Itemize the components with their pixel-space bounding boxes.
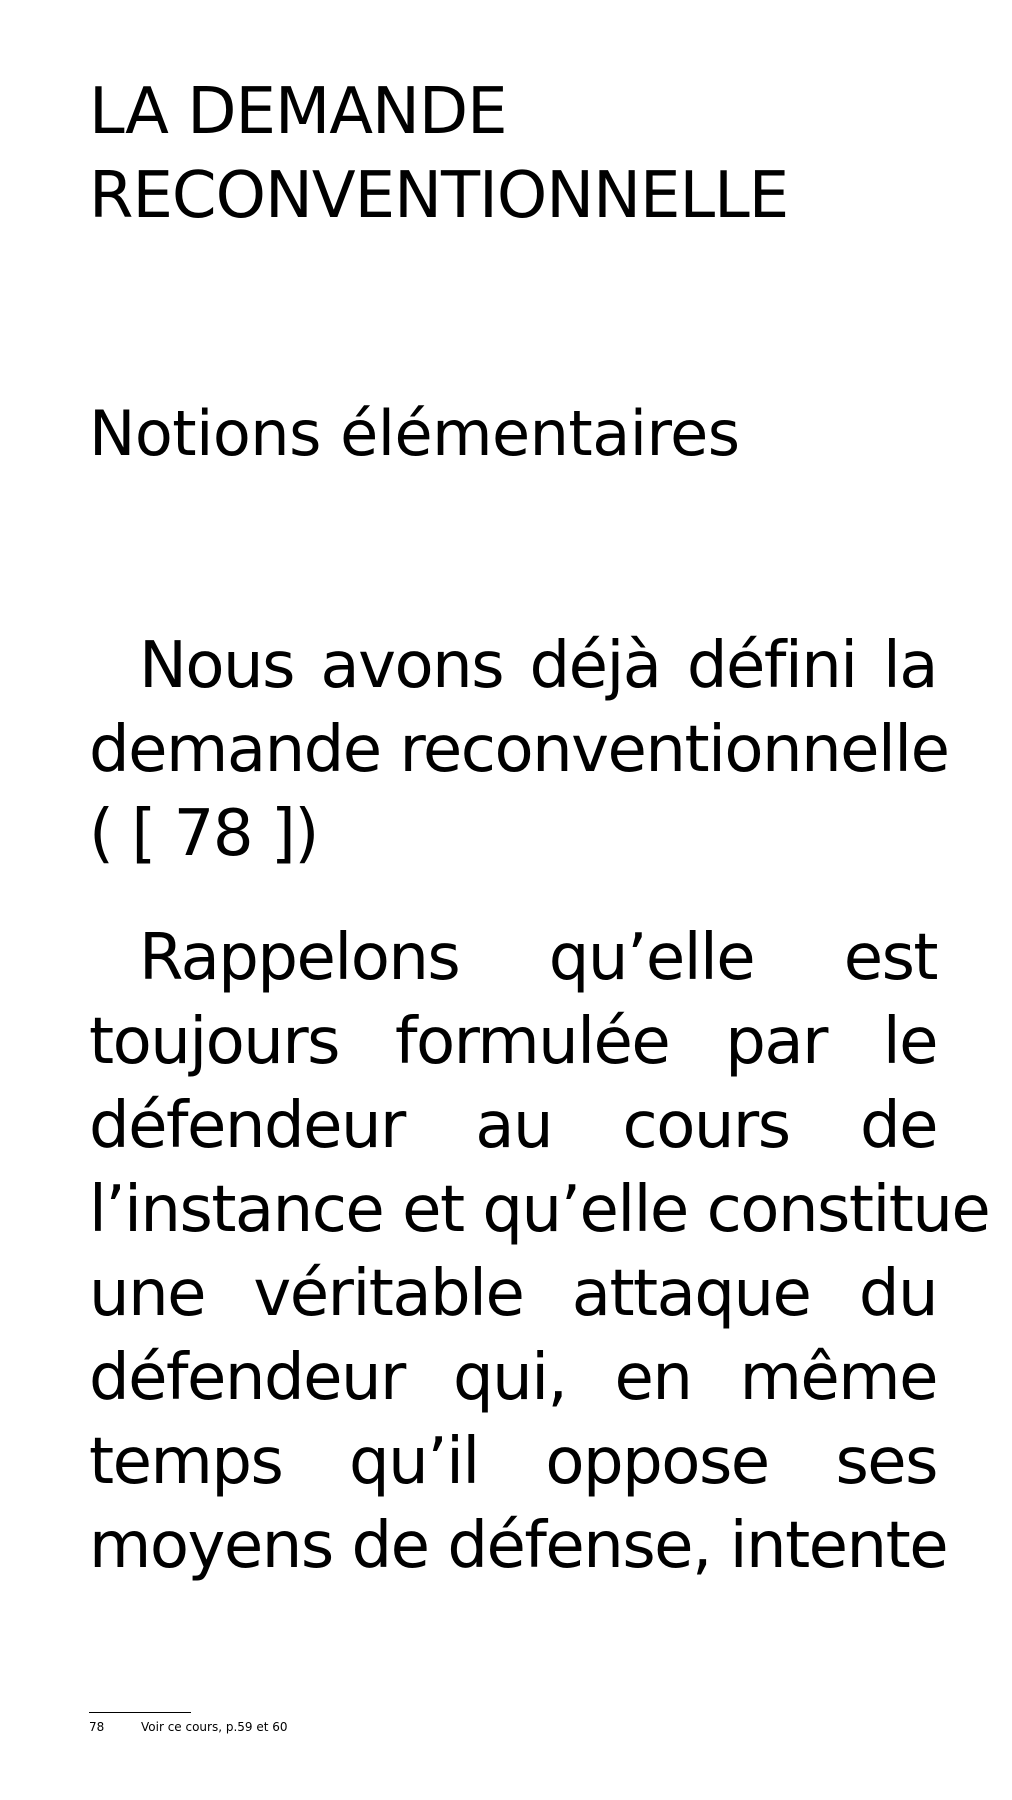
paragraph-1-line: Nous avons déjà défini la xyxy=(139,629,939,703)
paragraph-2-line: temps qu’il oppose ses xyxy=(89,1425,939,1499)
document-page: LA DEMANDE RECONVENTIONNELLE Notions élé… xyxy=(89,0,991,1800)
paragraph-2-line: toujours formulée par le xyxy=(89,1005,939,1079)
paragraph-2-line: Rappelons qu’elle est xyxy=(139,921,939,995)
footnote-number: 78 xyxy=(89,1720,105,1734)
footnote-divider xyxy=(89,1712,191,1713)
footnote-text: Voir ce cours, p.59 et 60 xyxy=(141,1720,288,1734)
paragraph-2-line: l’instance et qu’elle constitue xyxy=(89,1173,991,1247)
paragraph-2-line: défendeur qui, en même xyxy=(89,1341,939,1415)
paragraph-1-line: demande reconventionnelle xyxy=(89,713,950,787)
paragraph-2-line: défendeur au cours de xyxy=(89,1089,939,1163)
paragraph-2-line: moyens de défense, intente xyxy=(89,1509,949,1583)
chapter-title: LA DEMANDE RECONVENTIONNELLE xyxy=(89,70,937,238)
footnote: 78 Voir ce cours, p.59 et 60 xyxy=(89,1719,288,1735)
chapter-title-line-2: RECONVENTIONNELLE xyxy=(89,159,789,233)
chapter-title-line-1: LA DEMANDE xyxy=(89,75,508,149)
paragraph-1: Nous avons déjà défini la demande reconv… xyxy=(89,624,950,876)
paragraph-2: Rappelons qu’elle est toujours formulée … xyxy=(89,916,991,1588)
footnote-reference[interactable]: ( [ 78 ]) xyxy=(89,792,937,876)
paragraph-2-line: une véritable attaque du xyxy=(89,1257,939,1331)
section-heading: Notions élémentaires xyxy=(89,397,740,470)
